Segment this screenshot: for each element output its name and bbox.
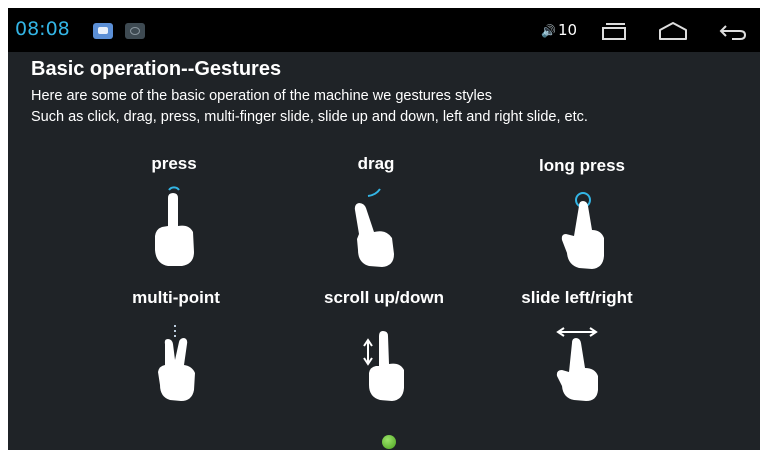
app-notification-icon — [93, 23, 113, 39]
page-indicator-dot[interactable] — [382, 435, 396, 449]
page-title: Basic operation--Gestures — [31, 58, 282, 80]
home-icon[interactable] — [656, 20, 690, 42]
gesture-long-press: long press — [497, 156, 667, 276]
gesture-drag: drag — [291, 154, 461, 274]
gesture-label: multi-point — [132, 288, 220, 307]
drag-hand-icon — [354, 188, 394, 267]
gestures-page: Basic operation--Gestures Here are some … — [8, 52, 760, 450]
gesture-scroll: scroll up/down — [299, 288, 469, 408]
long-press-hand-icon — [561, 192, 604, 269]
scroll-hand-icon — [363, 331, 404, 401]
gesture-press: press — [89, 154, 259, 274]
recent-apps-icon[interactable] — [597, 20, 631, 42]
screen: 08:08 🔊 10 Basic operation--Gestures Here… — [8, 8, 760, 450]
speaker-icon: 🔊 — [541, 24, 556, 38]
slide-hand-icon — [556, 327, 598, 401]
gesture-multi-point: multi-point — [91, 288, 261, 408]
status-time: 08:08 — [15, 18, 70, 40]
volume-value: 10 — [557, 21, 578, 39]
description-line-2: Such as click, drag, press, multi-finger… — [31, 109, 588, 125]
back-icon[interactable] — [716, 20, 750, 42]
status-bar: 08:08 🔊 10 — [8, 8, 760, 52]
gesture-label: slide left/right — [521, 288, 633, 307]
gesture-label: drag — [357, 154, 395, 173]
description-line-1: Here are some of the basic operation of … — [31, 88, 493, 104]
gesture-slide: slide left/right — [492, 288, 662, 408]
screen-mirror-icon — [125, 23, 145, 39]
gesture-label: long press — [539, 156, 625, 175]
press-hand-icon — [155, 186, 194, 266]
volume-indicator: 🔊 10 — [541, 21, 577, 39]
multi-point-hand-icon — [158, 325, 195, 401]
gesture-label: scroll up/down — [324, 288, 444, 307]
gesture-label: press — [151, 154, 197, 173]
